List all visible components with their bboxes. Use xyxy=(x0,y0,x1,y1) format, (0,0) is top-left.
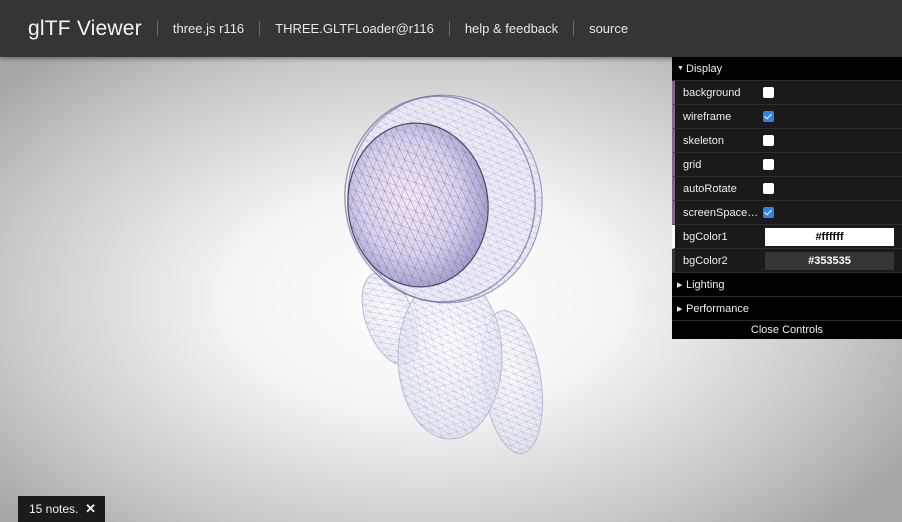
wireframe-checkbox[interactable] xyxy=(763,111,774,122)
triangle-right-icon: ▶ xyxy=(677,305,683,313)
skeleton-checkbox[interactable] xyxy=(763,135,774,146)
bgcolor2-label: bgColor2 xyxy=(683,254,728,267)
background-label: background xyxy=(683,86,741,99)
grid-toggle-row[interactable]: grid xyxy=(672,153,902,177)
app-header: glTF Viewer three.js r116 THREE.GLTFLoad… xyxy=(0,0,902,57)
performance-folder[interactable]: ▶ Performance xyxy=(672,297,902,321)
triangle-right-icon: ▶ xyxy=(677,281,683,289)
triangle-down-icon: ▼ xyxy=(677,65,684,72)
bgcolor2-row[interactable]: bgColor2 #353535 xyxy=(672,249,902,273)
grid-checkbox[interactable] xyxy=(763,159,774,170)
autorotate-toggle-row[interactable]: autoRotate xyxy=(672,177,902,201)
performance-folder-label: Performance xyxy=(686,302,749,315)
display-folder-label: Display xyxy=(686,62,723,75)
wireframe-label: wireframe xyxy=(683,110,732,123)
autorotate-checkbox[interactable] xyxy=(763,183,774,194)
divider xyxy=(448,21,450,36)
skeleton-toggle-row[interactable]: skeleton xyxy=(672,129,902,153)
gltfloader-version-link[interactable]: THREE.GLTFLoader@r116 xyxy=(275,21,434,36)
controls-panel: ▼ Display background wireframe skeleton … xyxy=(672,57,902,339)
screenspacepanning-label: screenSpacePanning xyxy=(683,206,763,219)
skeleton-label: skeleton xyxy=(683,134,724,147)
help-feedback-link[interactable]: help & feedback xyxy=(465,21,558,36)
notes-toast: 15 notes. ✕ xyxy=(18,496,105,522)
divider xyxy=(156,21,158,36)
bgcolor2-input[interactable]: #353535 xyxy=(765,251,894,270)
lighting-folder-label: Lighting xyxy=(686,278,725,291)
bgcolor1-input[interactable]: #ffffff xyxy=(765,227,894,246)
screenspacepanning-checkbox[interactable] xyxy=(763,207,774,218)
app-title: glTF Viewer xyxy=(28,16,142,40)
lighting-folder[interactable]: ▶ Lighting xyxy=(672,273,902,297)
close-controls-button[interactable]: Close Controls xyxy=(672,321,902,339)
background-toggle-row[interactable]: background xyxy=(672,81,902,105)
display-folder[interactable]: ▼ Display xyxy=(672,57,902,81)
wireframe-toggle-row[interactable]: wireframe xyxy=(672,105,902,129)
divider xyxy=(259,21,261,36)
source-link[interactable]: source xyxy=(589,21,628,36)
threejs-version-link[interactable]: three.js r116 xyxy=(173,21,244,36)
divider xyxy=(573,21,575,36)
notes-count-text: 15 notes. xyxy=(29,502,79,516)
background-checkbox[interactable] xyxy=(763,87,774,98)
bgcolor1-row[interactable]: bgColor1 #ffffff xyxy=(672,225,902,249)
bgcolor1-label: bgColor1 xyxy=(683,230,728,243)
close-icon[interactable]: ✕ xyxy=(85,501,96,517)
screenspacepanning-toggle-row[interactable]: screenSpacePanning xyxy=(672,201,902,225)
grid-label: grid xyxy=(683,158,702,171)
autorotate-label: autoRotate xyxy=(683,182,737,195)
